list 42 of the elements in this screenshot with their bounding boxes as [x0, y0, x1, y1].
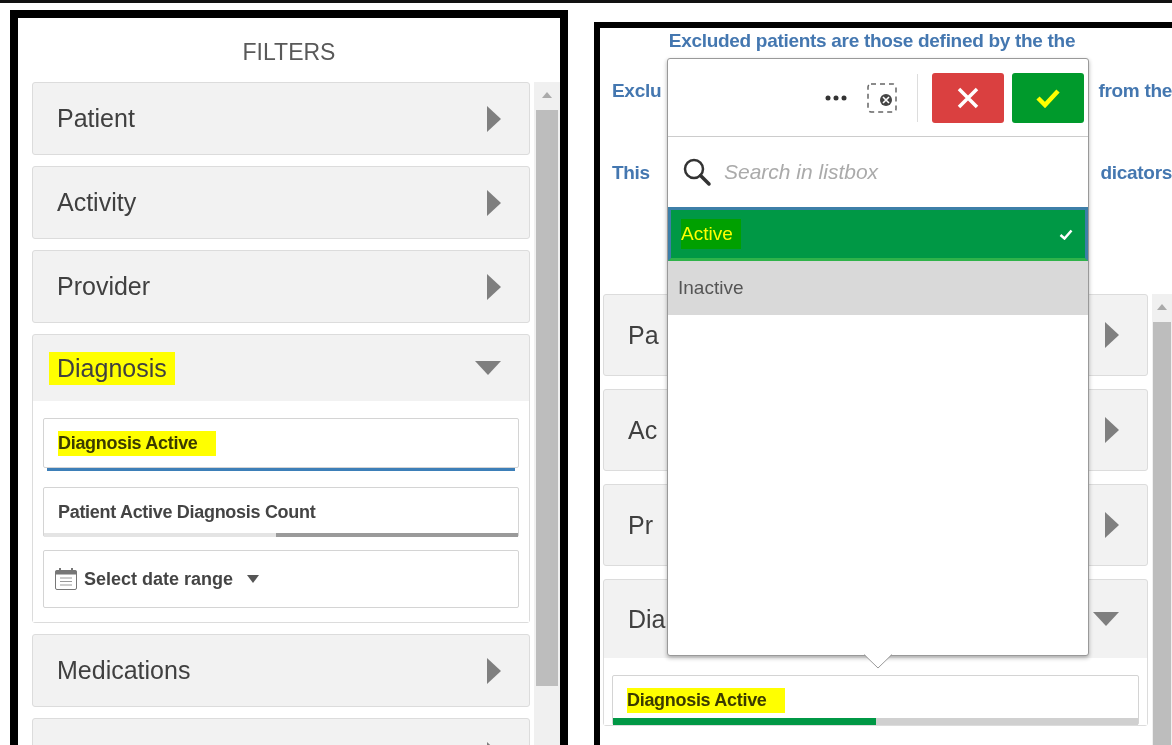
note-text: Excluded patients are those defined by the the: [668, 30, 1076, 52]
checkmark-icon: [1059, 228, 1073, 240]
note-text: from the: [1098, 80, 1172, 102]
note-text: This: [612, 162, 650, 184]
clear-selection-icon: [867, 82, 897, 113]
search-field[interactable]: Search in listbox: [724, 156, 1064, 188]
caret-down-icon: [1093, 612, 1119, 626]
caret-right-icon: [487, 657, 501, 684]
caret-right-icon: [1105, 512, 1119, 538]
listbox-field[interactable]: Patient Active Diagnosis Count: [43, 487, 519, 537]
scroll-up-icon: [542, 92, 552, 98]
caret-right-icon: [487, 273, 501, 300]
date-range-button[interactable]: Select date range: [43, 550, 519, 608]
search-icon: [682, 157, 712, 187]
close-icon: [957, 86, 979, 109]
group-header[interactable]: Diagnosis: [33, 335, 529, 401]
checkmark-icon: [1036, 87, 1060, 108]
caret-right-icon: [1105, 322, 1119, 348]
group-header[interactable]: Activity: [32, 166, 530, 239]
listbox-field[interactable]: Diagnosis Active: [612, 675, 1139, 725]
caret-right-icon: [1105, 417, 1119, 443]
confirm-button[interactable]: [1012, 72, 1084, 123]
more-icon: [825, 94, 847, 101]
group-header[interactable]: Dia: [604, 580, 1147, 658]
listbox-item[interactable]: Inactive: [668, 261, 1088, 315]
caret-right-icon: [487, 189, 501, 216]
caret-right-icon: [487, 105, 501, 132]
scrollbar[interactable]: [534, 82, 560, 745]
group-header[interactable]: Patient: [32, 82, 530, 155]
listbox-field[interactable]: Diagnosis Active: [43, 418, 519, 468]
note-text: dicators: [1100, 162, 1172, 184]
scrollbar-thumb[interactable]: [1153, 322, 1171, 745]
scroll-up-icon: [1157, 304, 1167, 310]
panel-title: FILTERS: [241, 38, 337, 67]
caret-down-icon: [475, 361, 501, 375]
scrollbar-thumb[interactable]: [536, 110, 558, 686]
calendar-icon: [54, 567, 78, 591]
group-header[interactable]: Provider: [32, 250, 530, 323]
cancel-button[interactable]: [932, 72, 1004, 123]
note-text: Exclu: [612, 80, 662, 102]
group-header[interactable]: Medications: [32, 634, 530, 707]
caret-down-icon: [247, 575, 260, 583]
